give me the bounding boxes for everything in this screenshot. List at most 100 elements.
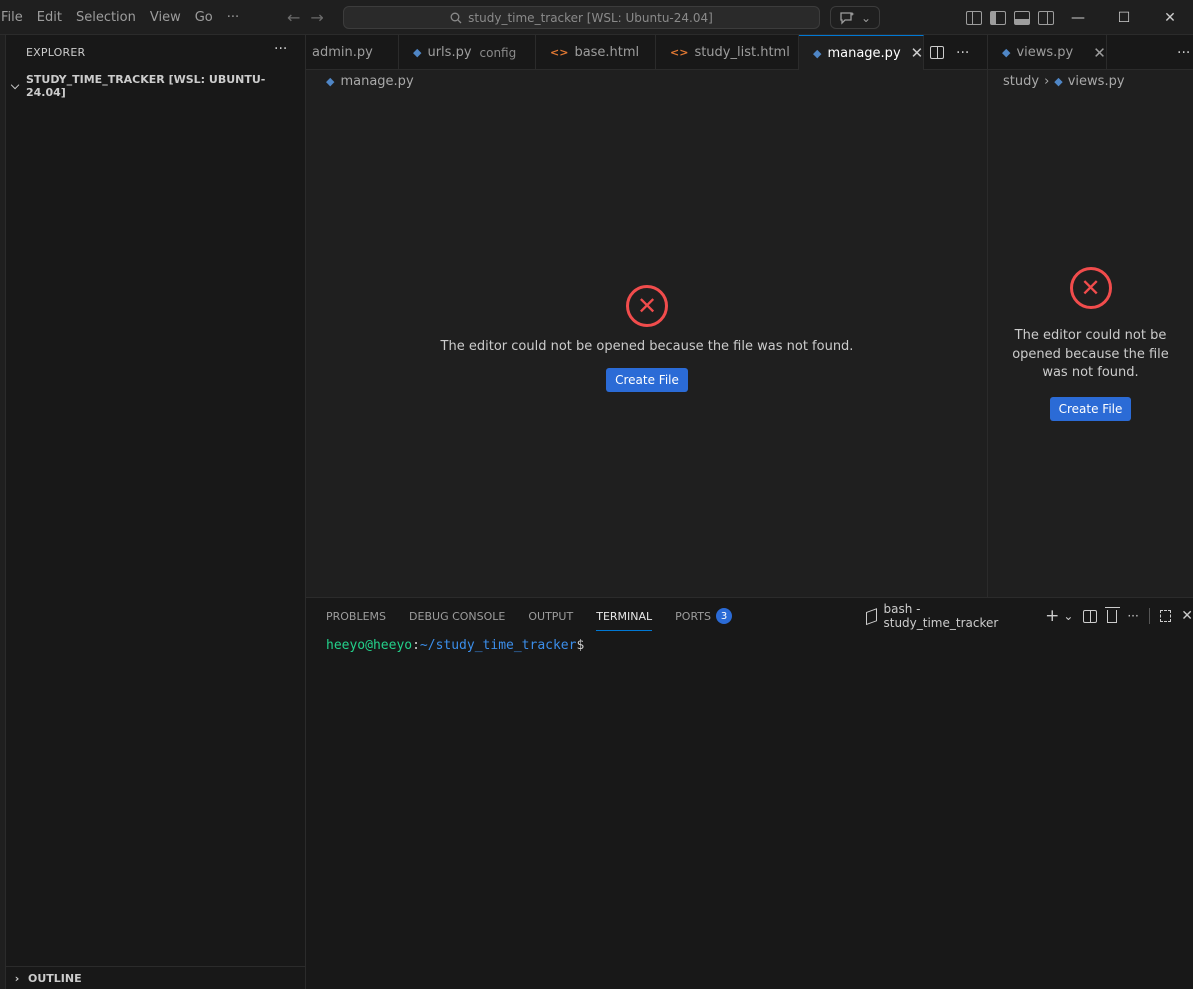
terminal-profile-icon [866,607,878,625]
bottom-panel: PROBLEMS DEBUG CONSOLE OUTPUT TERMINAL P… [306,597,1193,989]
prompt-path: ~/study_time_tracker [419,638,577,653]
terminal-session-selector[interactable]: bash - study_time_tracker [866,602,1031,630]
kill-terminal-icon[interactable] [1104,606,1120,623]
panel-tabs: PROBLEMS DEBUG CONSOLE OUTPUT TERMINAL P… [326,598,732,634]
menu-more[interactable]: ··· [221,0,247,34]
tab-output[interactable]: OUTPUT [528,598,573,634]
error-text: The editor could not be opened because t… [440,339,854,354]
close-tab-icon[interactable]: ✕ [1093,44,1106,62]
outline-label: OUTLINE [28,971,82,985]
python-icon: ◆ [1002,46,1011,59]
explorer-more-icon[interactable]: ··· [274,41,287,57]
breadcrumb-folder[interactable]: study [1003,74,1039,89]
error-text: The editor could not be opened because t… [1012,328,1169,380]
command-center-label: study_time_tracker [WSL: Ubuntu-24.04] [468,10,713,25]
tab-label: study_list.html [694,45,790,60]
error-icon: ✕ [626,285,668,327]
breadcrumb-file[interactable]: views.py [1068,74,1125,89]
tab-label: views.py [1016,45,1074,60]
chevron-down-icon[interactable]: ⌄ [1063,609,1073,623]
create-file-button[interactable]: Create File [606,368,688,392]
new-terminal-icon[interactable]: + [1045,606,1059,626]
menu-selection[interactable]: Selection [70,0,144,34]
maximize-icon[interactable]: ☐ [1101,0,1147,35]
forward-arrow-icon[interactable]: → [310,8,323,27]
tab-debug-console[interactable]: DEBUG CONSOLE [409,598,505,634]
tab-terminal[interactable]: TERMINAL [596,603,653,631]
chevron-right-icon: › [14,971,20,985]
activity-bar-edge [0,35,6,989]
python-icon: ◆ [413,46,422,59]
editor-group-1: ◆ manage.py ✕ The editor could not be op… [306,70,988,597]
breadcrumb: study › ◆ views.py [1003,74,1125,89]
editor-tabs-group-2: ◆ views.py ✕ [988,35,1193,70]
chevron-right-icon: › [1044,74,1050,89]
menu-view[interactable]: View [144,0,189,34]
split-terminal-icon[interactable] [1083,609,1097,623]
workspace-folder[interactable]: ⌵ STUDY_TIME_TRACKER [WSL: UBUNTU-24.04] [8,73,305,99]
prompt-dollar: $ [576,638,585,653]
tab-description: config [479,45,517,60]
ports-count-badge: 3 [716,608,732,624]
tab-admin-py[interactable]: admin.py [306,35,399,70]
tab-base-html[interactable]: <> base.html [536,35,656,70]
prompt-user: heeyo@heeyo [326,638,413,653]
toggle-panel-icon[interactable] [1014,10,1030,25]
editor-group-2: study › ◆ views.py ✕ The editor could no… [988,70,1193,597]
python-icon: ◆ [813,46,822,60]
customize-layout-icon[interactable] [966,10,982,25]
editor-actions-group-1: ··· [930,35,969,70]
more-actions-icon[interactable]: ··· [1127,609,1138,623]
more-actions-icon[interactable]: ··· [956,45,969,61]
tab-label: base.html [574,45,640,60]
search-icon [450,12,462,23]
tab-views-py[interactable]: ◆ views.py ✕ [988,35,1107,70]
menu-bar: File Edit Selection View Go ··· [0,0,247,34]
command-center-search[interactable]: study_time_tracker [WSL: Ubuntu-24.04] [343,6,820,29]
tab-label: admin.py [312,45,373,60]
menu-edit[interactable]: Edit [31,0,70,34]
panel-actions: bash - study_time_tracker + ⌄ ··· ✕ [866,598,1193,634]
minimize-icon[interactable]: — [1055,0,1101,35]
outline-section[interactable]: › OUTLINE [6,966,305,989]
split-editor-icon[interactable] [930,46,944,59]
menu-go[interactable]: Go [189,0,221,34]
close-panel-icon[interactable]: ✕ [1181,608,1193,624]
tab-study-list-html[interactable]: <> study_list.html [656,35,799,70]
terminal-prompt[interactable]: heeyo@heeyo:~/study_time_tracker$ [326,638,584,653]
layout-controls [966,0,1054,35]
menu-file[interactable]: File [0,0,31,34]
close-window-icon[interactable]: ✕ [1147,0,1193,35]
chat-icon [840,11,855,25]
chevron-down-icon: ⌵ [10,79,20,92]
more-actions-icon[interactable]: ··· [1177,35,1190,70]
back-arrow-icon[interactable]: ← [287,8,300,27]
breadcrumb-file[interactable]: manage.py [340,74,413,89]
tab-ports-label: PORTS [675,609,711,623]
tab-ports[interactable]: PORTS 3 [675,598,732,634]
title-bar: File Edit Selection View Go ··· ← → stud… [0,0,1193,35]
close-tab-icon[interactable]: ✕ [911,44,924,62]
python-icon: ◆ [326,75,335,88]
create-file-button[interactable]: Create File [1049,396,1132,421]
maximize-panel-icon[interactable] [1159,610,1172,622]
copilot-chat-button[interactable]: ⌄ [830,6,880,29]
editor-tabs-group-1: admin.py ◆ urls.py config <> base.html <… [306,35,988,70]
file-not-found-message: ✕ The editor could not be opened because… [306,285,988,392]
tab-label: manage.py [827,45,901,61]
tab-urls-py[interactable]: ◆ urls.py config [399,35,536,70]
file-not-found-message: ✕ The editor could not be opened because… [988,267,1193,421]
toggle-primary-sidebar-icon[interactable] [990,10,1006,25]
tab-manage-py[interactable]: ◆ manage.py ✕ [799,35,924,70]
python-icon: ◆ [1054,75,1063,88]
explorer-sidebar: EXPLORER ··· ⌵ STUDY_TIME_TRACKER [WSL: … [0,35,306,989]
tab-problems[interactable]: PROBLEMS [326,598,386,634]
chevron-down-icon: ⌄ [860,10,872,25]
toggle-secondary-sidebar-icon[interactable] [1038,10,1054,25]
html-icon: <> [670,46,689,59]
tab-label: urls.py [427,45,472,60]
prompt-separator: : [412,638,420,653]
error-icon: ✕ [1069,267,1112,309]
separator [1148,608,1150,624]
breadcrumb: ◆ manage.py [326,74,414,89]
